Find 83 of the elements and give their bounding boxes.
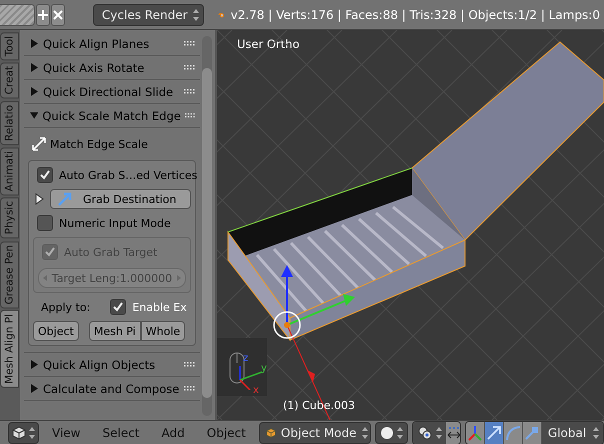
checkbox[interactable] xyxy=(37,215,53,231)
editor-type-dropdown[interactable] xyxy=(8,422,39,444)
scale-handle-icon xyxy=(524,424,540,440)
grip-icon xyxy=(184,65,196,70)
checkbox-label: Numeric Input Mode xyxy=(59,216,171,230)
updown-arrows-icon xyxy=(29,426,35,438)
grip-icon xyxy=(184,362,196,367)
axes-icon xyxy=(467,424,484,440)
menu-item[interactable]: Add xyxy=(152,422,194,444)
scene-statistics: v2.78 | Verts:176 | Faces:88 | Tris:328 | Objects:1/2 | Lamps:0 xyxy=(230,8,600,22)
menu-item[interactable]: Object xyxy=(198,422,255,444)
arrow-icon xyxy=(486,424,502,440)
axis-label: y xyxy=(261,364,267,374)
double-arrow-icon xyxy=(446,426,460,440)
grip-icon xyxy=(184,89,196,94)
scale-arrows-icon xyxy=(32,137,46,151)
manipulator-button[interactable] xyxy=(466,422,486,444)
checkbox-label: Auto Grab Target xyxy=(64,246,158,258)
pivot-circles-icon xyxy=(416,426,433,440)
cube-icon xyxy=(12,426,26,440)
updown-arrows-icon xyxy=(396,426,403,438)
collapse-triangle-icon xyxy=(30,111,38,120)
panel-header[interactable]: Quick Align Objects xyxy=(24,353,200,377)
panel-header[interactable]: Quick Align Planes xyxy=(24,32,200,56)
grip-icon xyxy=(184,386,196,391)
close-icon xyxy=(52,8,64,20)
add-button[interactable] xyxy=(36,4,50,26)
operator-label: Match Edge Scale xyxy=(50,138,148,150)
manipulator-button[interactable] xyxy=(523,422,542,444)
axis-label: x xyxy=(253,386,259,396)
render-engine-dropdown[interactable]: Cycles Render xyxy=(92,4,204,26)
mouse-icon xyxy=(229,352,245,384)
axis-label: z xyxy=(243,354,248,364)
sphere-icon xyxy=(380,426,394,440)
panel-header[interactable]: Calculate and Compose xyxy=(24,377,200,401)
manipulator-button[interactable] xyxy=(504,422,524,444)
grab-destination-button[interactable]: Grab Destination xyxy=(50,189,191,209)
side-tab[interactable]: Tool xyxy=(0,32,19,60)
side-tab[interactable]: Mesh Align Pl xyxy=(0,310,19,388)
plus-icon xyxy=(36,8,49,20)
pivot-dropdown[interactable] xyxy=(412,422,446,444)
arrow-icon xyxy=(57,192,73,206)
shading-dropdown[interactable] xyxy=(374,422,408,444)
cube-icon xyxy=(266,426,276,440)
grip-icon xyxy=(184,41,196,46)
menu-item[interactable]: View xyxy=(43,422,90,444)
view-name: User Ortho xyxy=(237,37,300,51)
disclosure-triangle-icon[interactable] xyxy=(35,193,44,205)
updown-arrows-icon xyxy=(592,426,599,438)
panel-header[interactable]: Quick Scale Match Edge xyxy=(24,104,200,128)
apply-button[interactable]: Whole xyxy=(140,321,186,341)
checkbox[interactable] xyxy=(37,167,53,183)
side-tab[interactable]: Physic xyxy=(0,197,19,239)
expand-triangle-icon xyxy=(30,39,39,48)
apply-to-label: Apply to: xyxy=(41,300,90,314)
updown-arrows-icon xyxy=(436,426,442,438)
panel-header[interactable]: Quick Axis Rotate xyxy=(24,56,200,80)
checkbox[interactable] xyxy=(110,299,126,315)
checkbox-label: Auto Grab S…ed Vertices xyxy=(59,168,198,182)
mode-dropdown[interactable]: Object Mode xyxy=(258,422,371,444)
panel-header[interactable]: Quick Directional Slide xyxy=(24,80,200,104)
right-arrow-icon xyxy=(176,275,181,281)
expand-triangle-icon xyxy=(30,63,39,72)
expand-triangle-icon xyxy=(30,87,39,96)
text-field[interactable] xyxy=(0,4,35,26)
manipulator-button[interactable] xyxy=(485,422,504,444)
grip-icon xyxy=(184,113,196,118)
side-tab[interactable]: Relatio xyxy=(0,100,19,145)
arc-icon xyxy=(505,424,522,440)
expand-triangle-icon xyxy=(30,360,39,369)
checkbox-label: Enable Ex xyxy=(132,300,187,314)
side-tab[interactable]: Creat xyxy=(0,62,19,99)
side-tab[interactable]: Grease Pen xyxy=(0,240,19,308)
toggle-button[interactable] xyxy=(446,422,460,444)
updown-arrows-icon xyxy=(192,8,199,20)
expand-triangle-icon xyxy=(30,384,39,393)
side-tab[interactable]: Animati xyxy=(0,146,19,196)
apply-button[interactable]: Mesh Pi xyxy=(88,321,141,341)
orientation-dropdown[interactable]: Global xyxy=(542,422,603,444)
apply-button[interactable]: Object xyxy=(33,321,79,341)
close-button[interactable] xyxy=(50,4,65,26)
updown-arrows-icon xyxy=(362,426,366,438)
menu-item[interactable]: Select xyxy=(93,422,149,444)
